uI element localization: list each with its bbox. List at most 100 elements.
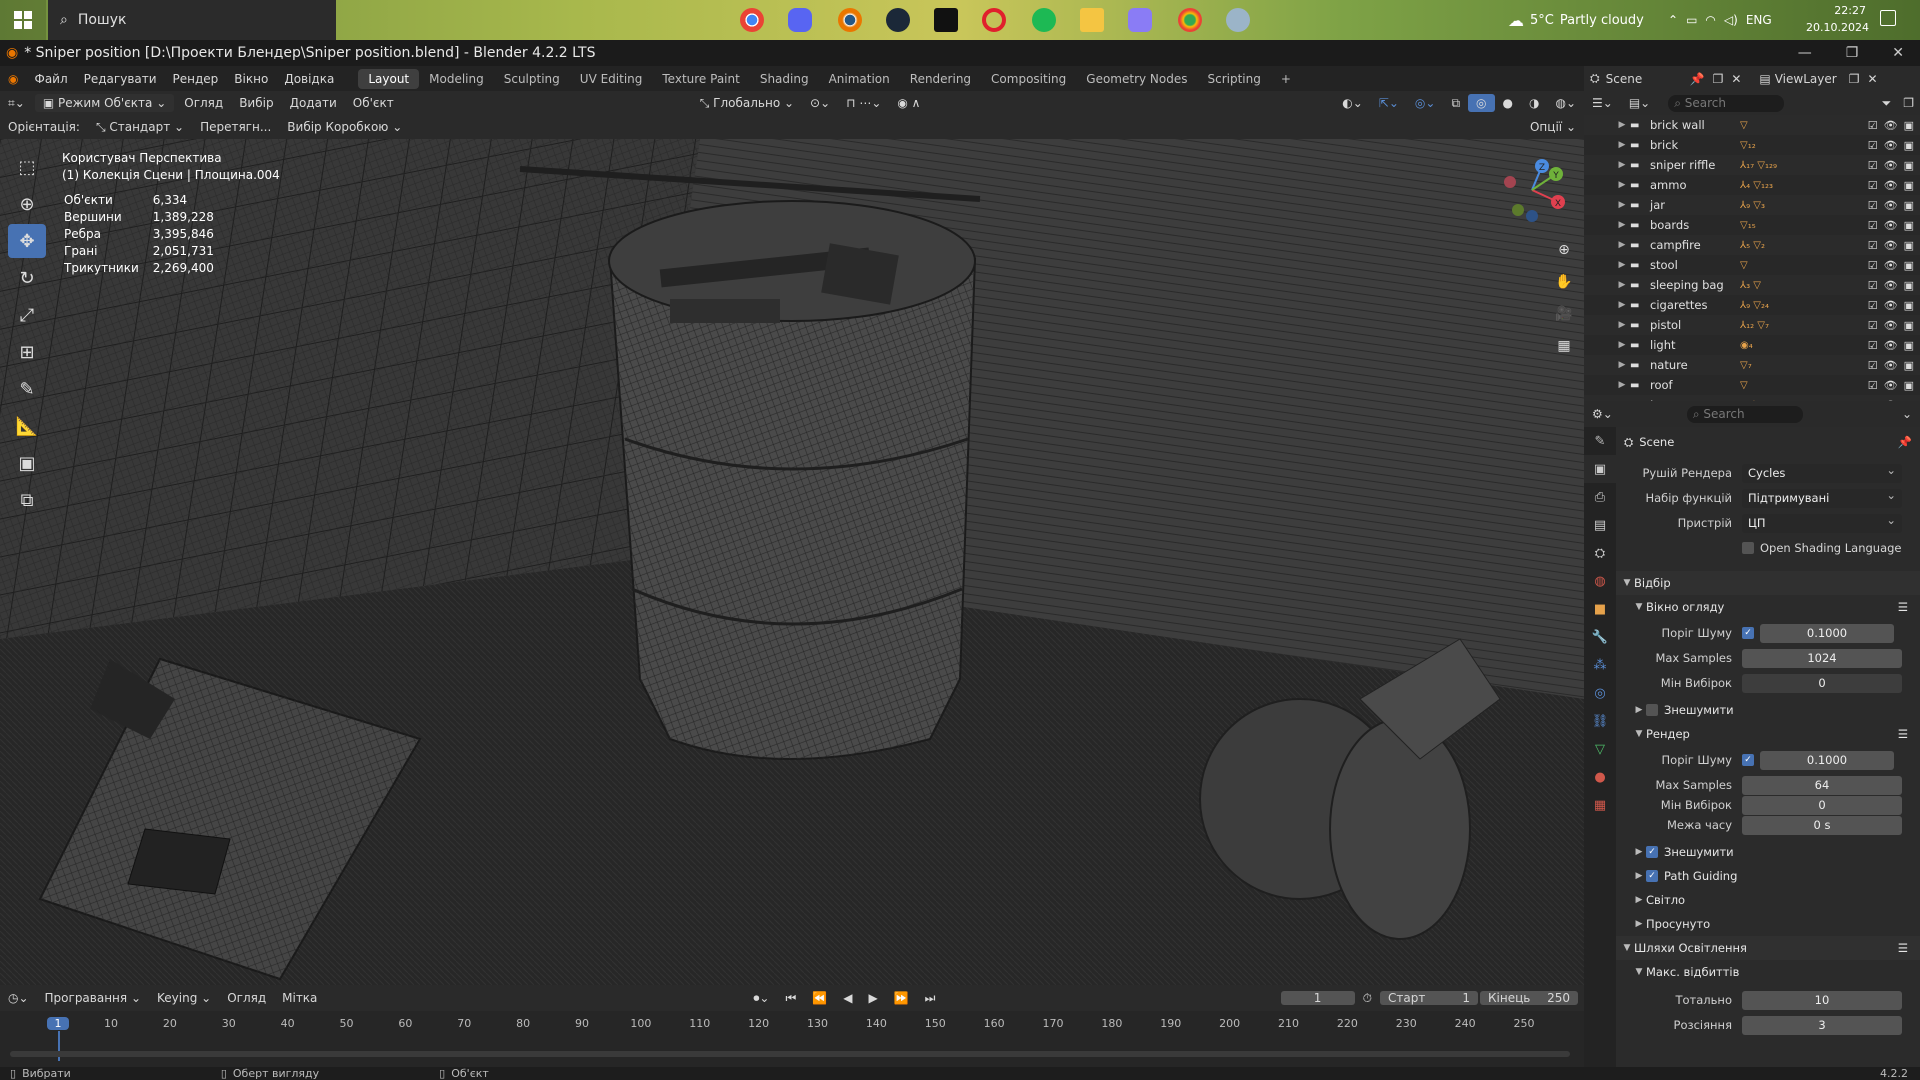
checkbox-icon[interactable]: ☑	[1868, 359, 1878, 372]
path-guiding-section[interactable]: ▶ ✓ Path Guiding	[1616, 864, 1920, 888]
play-reverse-icon[interactable]: ◀	[835, 989, 860, 1007]
pivot-icon[interactable]: ⊙⌄	[802, 94, 838, 112]
material-tab-icon[interactable]: ●	[1584, 763, 1616, 791]
minimize-icon[interactable]: —	[1798, 45, 1812, 61]
keying-dropdown[interactable]: Keying ⌄	[149, 989, 219, 1007]
outliner-row[interactable]: ▶ ▬ sniper riffle ⅄₁₇ ▽₁₂₉ ☑ 👁 ▣	[1584, 155, 1920, 175]
feature-set-dropdown[interactable]: Підтримувані	[1742, 486, 1902, 508]
chevron-right-icon[interactable]: ▶	[1614, 340, 1630, 350]
menu-window[interactable]: Вікно	[226, 72, 276, 86]
overlay-icon[interactable]: ◎⌄	[1407, 94, 1444, 112]
chevron-right-icon[interactable]: ▶	[1614, 280, 1630, 290]
orientation-dropdown[interactable]: ⤡ Стандарт ⌄	[88, 118, 192, 137]
navigation-gizmo[interactable]: X Z Y	[1496, 154, 1568, 226]
chevron-right-icon[interactable]: ▶	[1614, 320, 1630, 330]
render-engine-dropdown[interactable]: Cycles	[1742, 461, 1902, 483]
modifier-tab-icon[interactable]: 🔧	[1584, 623, 1616, 651]
outliner-item-name[interactable]: sniper riffle	[1646, 158, 1740, 172]
new-collection-icon[interactable]: ❐	[1897, 96, 1920, 110]
outliner-item-name[interactable]: pistol	[1646, 318, 1740, 332]
next-keyframe-icon[interactable]: ⏩	[886, 989, 917, 1007]
checkbox-icon[interactable]: ☑	[1868, 379, 1878, 392]
discord-icon[interactable]	[788, 8, 812, 32]
output-tab-icon[interactable]: ⎙	[1584, 483, 1616, 511]
camera-view-icon[interactable]: 🎥	[1550, 300, 1578, 328]
camera-icon[interactable]: ▣	[1904, 319, 1914, 332]
blender-icon[interactable]	[838, 8, 862, 32]
properties-editor-type-icon[interactable]: ⚙⌄	[1584, 407, 1621, 421]
camera-icon[interactable]: ▣	[1904, 299, 1914, 312]
current-frame-field[interactable]: 1	[1280, 991, 1355, 1005]
render-max-samples-field[interactable]: 64	[1742, 775, 1902, 795]
notification-icon[interactable]	[1880, 10, 1896, 26]
pin-icon[interactable]: 📌	[1898, 435, 1912, 449]
chevron-right-icon[interactable]: ▶	[1614, 260, 1630, 270]
tab-rendering[interactable]: Rendering	[900, 69, 981, 89]
camera-icon[interactable]: ▣	[1904, 179, 1914, 192]
chevron-right-icon[interactable]: ▶	[1614, 160, 1630, 170]
viewlayer-name[interactable]: ViewLayer	[1775, 72, 1845, 86]
camera-icon[interactable]: ▣	[1904, 159, 1914, 172]
outliner-row[interactable]: ▶ ▬ pistol ⅄₁₂ ▽₇ ☑ 👁 ▣	[1584, 315, 1920, 335]
add-object-tool-icon[interactable]: ⧉	[8, 483, 46, 517]
texture-tab-icon[interactable]: ▦	[1584, 791, 1616, 819]
list-icon[interactable]: ☰	[1898, 941, 1908, 955]
scene-tab-icon[interactable]: ⛭	[1584, 539, 1616, 567]
tool-tab-icon[interactable]: ✎	[1584, 427, 1616, 455]
eye-icon[interactable]: 👁	[1884, 339, 1898, 352]
measure-tool-icon[interactable]: 📐	[8, 409, 46, 443]
checkbox-icon[interactable]: ☑	[1868, 319, 1878, 332]
transform-orientation-dropdown[interactable]: ⤡ Глобально ⌄	[692, 94, 802, 113]
checkbox-icon[interactable]: ☑	[1868, 219, 1878, 232]
checkbox-icon[interactable]: ☑	[1868, 199, 1878, 212]
wifi-icon[interactable]: ◠	[1705, 13, 1715, 27]
outliner-row[interactable]: ▶ ▬ boards ▽₁₅ ☑ 👁 ▣	[1584, 215, 1920, 235]
shading-material-icon[interactable]: ◑	[1521, 94, 1547, 112]
rotate-tool-icon[interactable]: ↻	[8, 261, 46, 295]
viewport-noise-field[interactable]: 0.1000	[1760, 623, 1894, 643]
annotate-tool-icon[interactable]: ✎	[8, 372, 46, 406]
outliner-item-name[interactable]: jar	[1646, 198, 1740, 212]
checkbox-icon[interactable]: ☑	[1868, 179, 1878, 192]
eye-icon[interactable]: 👁	[1884, 119, 1898, 132]
scale-tool-icon[interactable]: ⤢	[8, 298, 46, 332]
add-workspace-icon[interactable]: +	[1271, 69, 1301, 89]
app-icon[interactable]	[1226, 8, 1250, 32]
tab-uv-editing[interactable]: UV Editing	[570, 69, 653, 89]
select-box-tool-icon[interactable]: ⬚	[8, 150, 46, 184]
shading-wireframe-icon[interactable]: ◎	[1468, 94, 1495, 112]
outliner-item-name[interactable]: boards	[1646, 218, 1740, 232]
tab-layout[interactable]: Layout	[358, 68, 420, 89]
chrome-icon[interactable]	[740, 8, 764, 32]
delete-viewlayer-icon[interactable]: ✕	[1864, 72, 1882, 86]
start-frame-field[interactable]: Старт 1	[1380, 991, 1478, 1005]
xray-icon[interactable]: ⧉	[1443, 94, 1468, 113]
camera-icon[interactable]: ▣	[1904, 239, 1914, 252]
tab-geometry-nodes[interactable]: Geometry Nodes	[1076, 69, 1197, 89]
physics-tab-icon[interactable]: ◎	[1584, 679, 1616, 707]
checkbox-icon[interactable]: ☑	[1868, 339, 1878, 352]
scene-name[interactable]: Scene	[1606, 72, 1686, 86]
viewport-noise-checkbox[interactable]: ✓	[1742, 627, 1754, 639]
eye-icon[interactable]: 👁	[1884, 319, 1898, 332]
chevron-right-icon[interactable]: ▶	[1614, 240, 1630, 250]
perspective-grid-icon[interactable]: ▦	[1550, 332, 1578, 360]
checkbox-icon[interactable]: ☑	[1868, 299, 1878, 312]
scene-icon[interactable]: ⛭	[1584, 71, 1606, 86]
menu-view[interactable]: Огляд	[176, 94, 231, 112]
checkbox-icon[interactable]: ☑	[1868, 239, 1878, 252]
viewport-subsection-header[interactable]: ▼ Вікно огляду ☰	[1616, 595, 1920, 619]
outliner-item-name[interactable]: campfire	[1646, 238, 1740, 252]
eye-icon[interactable]: 👁	[1884, 159, 1898, 172]
menu-add[interactable]: Додати	[282, 94, 345, 112]
menu-file[interactable]: Файл	[26, 72, 75, 86]
eye-icon[interactable]: 👁	[1884, 359, 1898, 372]
jump-start-icon[interactable]: ⏮	[777, 989, 804, 1008]
zoom-icon[interactable]: ⊕	[1550, 236, 1578, 264]
chevron-right-icon[interactable]: ▶	[1614, 140, 1630, 150]
menu-object[interactable]: Об'єкт	[345, 94, 402, 112]
camera-icon[interactable]: ▣	[1904, 139, 1914, 152]
eye-icon[interactable]: 👁	[1884, 219, 1898, 232]
eye-icon[interactable]: 👁	[1884, 239, 1898, 252]
checkbox-icon[interactable]: ☑	[1868, 159, 1878, 172]
